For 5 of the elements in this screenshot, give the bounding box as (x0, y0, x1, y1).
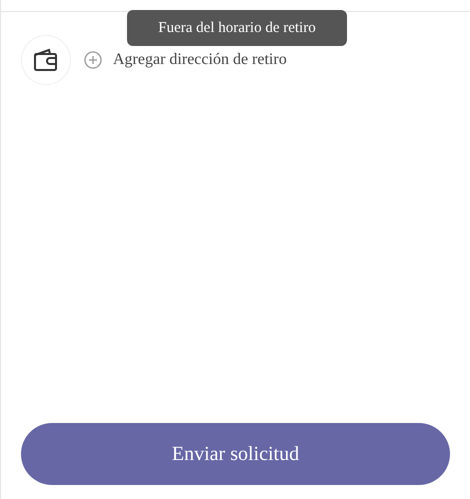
wallet-icon (21, 35, 71, 85)
tooltip: Fuera del horario de retiro (127, 10, 347, 46)
submit-button[interactable]: Enviar solicitud (21, 423, 450, 485)
add-icon[interactable] (84, 51, 102, 69)
add-address-link[interactable]: Agregar dirección de retiro (113, 48, 287, 72)
